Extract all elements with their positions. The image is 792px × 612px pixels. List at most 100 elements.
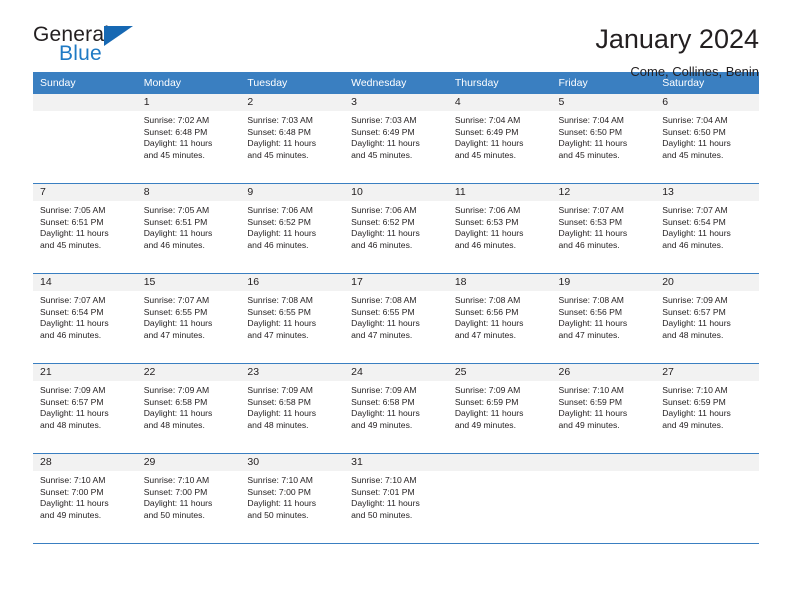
daylight-text-line1: Daylight: 11 hours (662, 228, 731, 239)
day-number: 3 (344, 94, 448, 111)
day-cell-content: 29 Sunrise: 7:10 AM Sunset: 7:00 PM Dayligh… (136, 454, 241, 543)
calendar-page: General Blue January 2024 Come, Collines… (0, 0, 792, 612)
day-number: 25 (447, 364, 552, 381)
calendar-day-cell[interactable]: 25 Sunrise: 7:09 AM Sunset: 6:59 PM Dayligh… (447, 364, 552, 454)
calendar-day-cell[interactable]: 2 Sunrise: 7:03 AM Sunset: 6:48 PM Daylight… (240, 94, 345, 184)
daylight-text-line1: Daylight: 11 hours (40, 228, 109, 239)
daylight-text-line2: and 46 minutes. (247, 239, 309, 250)
calendar-day-cell[interactable]: 8 Sunrise: 7:05 AM Sunset: 6:51 PM Daylight… (136, 184, 241, 274)
sunrise-text: Sunrise: 7:09 AM (662, 295, 728, 305)
daylight-text-line2: and 45 minutes. (662, 149, 724, 160)
calendar-day-cell[interactable] (447, 454, 552, 544)
calendar-day-cell[interactable]: 29 Sunrise: 7:10 AM Sunset: 7:00 PM Dayligh… (136, 454, 241, 544)
day-sun-info: Sunrise: 7:09 AM Sunset: 6:59 PM Daylight:… (448, 381, 552, 431)
calendar-day-cell[interactable]: 1 Sunrise: 7:02 AM Sunset: 6:48 PM Daylight… (136, 94, 241, 184)
calendar-day-cell[interactable]: 24 Sunrise: 7:09 AM Sunset: 6:58 PM Dayligh… (344, 364, 448, 454)
daylight-text-line1: Daylight: 11 hours (662, 408, 731, 419)
calendar-day-cell[interactable] (33, 94, 137, 184)
daylight-text-line2: and 45 minutes. (454, 149, 516, 160)
day-sun-info: Sunrise: 7:04 AM Sunset: 6:49 PM Daylight:… (448, 111, 552, 161)
sunset-text: Sunset: 6:57 PM (662, 306, 726, 317)
calendar-day-cell[interactable]: 12 Sunrise: 7:07 AM Sunset: 6:53 PM Dayligh… (551, 184, 656, 274)
sunrise-text: Sunrise: 7:07 AM (143, 295, 210, 305)
calendar-day-cell[interactable]: 23 Sunrise: 7:09 AM Sunset: 6:58 PM Dayligh… (240, 364, 345, 454)
calendar-day-cell[interactable]: 22 Sunrise: 7:09 AM Sunset: 6:58 PM Dayligh… (136, 364, 241, 454)
calendar-day-cell[interactable]: 31 Sunrise: 7:10 AM Sunset: 7:01 PM Dayligh… (344, 454, 448, 544)
daylight-text-line2: and 45 minutes. (143, 149, 205, 160)
calendar-day-cell[interactable]: 20 Sunrise: 7:09 AM Sunset: 6:57 PM Dayligh… (655, 274, 759, 364)
calendar-day-cell[interactable]: 27 Sunrise: 7:10 AM Sunset: 6:59 PM Dayligh… (655, 364, 759, 454)
calendar-day-cell[interactable]: 4 Sunrise: 7:04 AM Sunset: 6:49 PM Daylight… (447, 94, 552, 184)
day-sun-info: Sunrise: 7:03 AM Sunset: 6:48 PM Daylight:… (240, 111, 344, 161)
calendar-day-cell[interactable]: 11 Sunrise: 7:06 AM Sunset: 6:53 PM Dayligh… (447, 184, 552, 274)
calendar-day-cell[interactable]: 3 Sunrise: 7:03 AM Sunset: 6:49 PM Daylight… (344, 94, 448, 184)
calendar-day-cell[interactable]: 9 Sunrise: 7:06 AM Sunset: 6:52 PM Daylight… (240, 184, 345, 274)
weekday-header-sunday: Sunday (33, 72, 137, 94)
calendar-day-cell[interactable]: 17 Sunrise: 7:08 AM Sunset: 6:55 PM Dayligh… (344, 274, 448, 364)
day-cell-content: 22 Sunrise: 7:09 AM Sunset: 6:58 PM Dayligh… (136, 364, 241, 453)
sunrise-text: Sunrise: 7:05 AM (143, 205, 210, 215)
calendar-day-cell[interactable]: 14 Sunrise: 7:07 AM Sunset: 6:54 PM Dayligh… (33, 274, 137, 364)
sunset-text: Sunset: 6:55 PM (143, 306, 208, 317)
calendar-day-cell[interactable]: 21 Sunrise: 7:09 AM Sunset: 6:57 PM Dayligh… (33, 364, 137, 454)
calendar-day-cell[interactable]: 13 Sunrise: 7:07 AM Sunset: 6:54 PM Dayligh… (655, 184, 759, 274)
day-sun-info: Sunrise: 7:08 AM Sunset: 6:56 PM Daylight:… (552, 291, 656, 341)
day-number: 14 (33, 274, 137, 291)
sunrise-text: Sunrise: 7:10 AM (558, 385, 624, 395)
calendar-day-cell[interactable]: 19 Sunrise: 7:08 AM Sunset: 6:56 PM Dayligh… (551, 274, 656, 364)
sunset-text: Sunset: 6:54 PM (40, 306, 104, 317)
calendar-day-cell[interactable]: 30 Sunrise: 7:10 AM Sunset: 7:00 PM Dayligh… (240, 454, 345, 544)
calendar-day-cell[interactable]: 15 Sunrise: 7:07 AM Sunset: 6:55 PM Dayligh… (136, 274, 241, 364)
sunrise-text: Sunrise: 7:08 AM (351, 295, 417, 305)
day-number: 30 (240, 454, 345, 471)
calendar-day-cell[interactable]: 7 Sunrise: 7:05 AM Sunset: 6:51 PM Daylight… (33, 184, 137, 274)
calendar-day-cell[interactable] (551, 454, 656, 544)
daylight-text-line1: Daylight: 11 hours (143, 138, 213, 149)
weekday-header-monday: Monday (136, 72, 241, 94)
calendar-day-cell[interactable]: 10 Sunrise: 7:06 AM Sunset: 6:52 PM Dayligh… (344, 184, 448, 274)
day-cell-content: 20 Sunrise: 7:09 AM Sunset: 6:57 PM Dayligh… (655, 274, 759, 363)
day-sun-info: Sunrise: 7:05 AM Sunset: 6:51 PM Daylight:… (33, 201, 137, 251)
day-cell-content: 12 Sunrise: 7:07 AM Sunset: 6:53 PM Dayligh… (551, 184, 656, 273)
daylight-text-line1: Daylight: 11 hours (143, 228, 213, 239)
calendar-day-cell[interactable]: 18 Sunrise: 7:08 AM Sunset: 6:56 PM Dayligh… (447, 274, 552, 364)
day-sun-info: Sunrise: 7:04 AM Sunset: 6:50 PM Daylight:… (655, 111, 759, 161)
weekday-header-tuesday: Tuesday (240, 72, 345, 94)
day-number: 20 (655, 274, 759, 291)
day-sun-info: Sunrise: 7:07 AM Sunset: 6:53 PM Daylight:… (552, 201, 656, 251)
daylight-text-line1: Daylight: 11 hours (662, 318, 731, 329)
day-sun-info: Sunrise: 7:08 AM Sunset: 6:56 PM Daylight:… (448, 291, 552, 341)
daylight-text-line1: Daylight: 11 hours (558, 318, 628, 329)
sunrise-text: Sunrise: 7:03 AM (351, 115, 417, 125)
calendar-day-cell[interactable] (655, 454, 759, 544)
day-number (447, 454, 552, 471)
brand-logo[interactable]: General Blue (33, 24, 153, 70)
calendar-day-cell[interactable]: 16 Sunrise: 7:08 AM Sunset: 6:55 PM Dayligh… (240, 274, 345, 364)
sunset-text: Sunset: 6:58 PM (247, 396, 311, 407)
calendar-week-row: 7 Sunrise: 7:05 AM Sunset: 6:51 PM Daylight… (33, 184, 759, 274)
day-sun-info: Sunrise: 7:04 AM Sunset: 6:50 PM Daylight:… (552, 111, 656, 161)
daylight-text-line1: Daylight: 11 hours (247, 318, 317, 329)
calendar-day-cell[interactable]: 26 Sunrise: 7:10 AM Sunset: 6:59 PM Dayligh… (551, 364, 656, 454)
day-sun-info: Sunrise: 7:02 AM Sunset: 6:48 PM Daylight:… (137, 111, 241, 161)
daylight-text-line1: Daylight: 11 hours (143, 498, 213, 509)
day-cell-content: 24 Sunrise: 7:09 AM Sunset: 6:58 PM Dayligh… (344, 364, 448, 453)
sunrise-text: Sunrise: 7:10 AM (247, 475, 313, 485)
daylight-text-line1: Daylight: 11 hours (351, 228, 420, 239)
daylight-text-line2: and 47 minutes. (558, 329, 620, 340)
calendar-day-cell[interactable]: 6 Sunrise: 7:04 AM Sunset: 6:50 PM Daylight… (655, 94, 759, 184)
day-number: 12 (551, 184, 656, 201)
day-cell-content: 16 Sunrise: 7:08 AM Sunset: 6:55 PM Dayligh… (240, 274, 345, 363)
day-cell-content: 4 Sunrise: 7:04 AM Sunset: 6:49 PM Daylight… (447, 94, 552, 183)
calendar-day-cell[interactable]: 5 Sunrise: 7:04 AM Sunset: 6:50 PM Daylight… (551, 94, 656, 184)
daylight-text-line1: Daylight: 11 hours (351, 498, 420, 509)
day-number: 18 (447, 274, 552, 291)
day-number: 7 (33, 184, 137, 201)
sunset-text: Sunset: 6:49 PM (454, 126, 519, 137)
daylight-text-line2: and 47 minutes. (143, 329, 205, 340)
sunset-text: Sunset: 7:01 PM (351, 486, 415, 497)
sunset-text: Sunset: 6:48 PM (247, 126, 311, 137)
calendar-day-cell[interactable]: 28 Sunrise: 7:10 AM Sunset: 7:00 PM Dayligh… (33, 454, 137, 544)
day-number: 6 (655, 94, 759, 111)
day-cell-content: 6 Sunrise: 7:04 AM Sunset: 6:50 PM Daylight… (655, 94, 759, 183)
